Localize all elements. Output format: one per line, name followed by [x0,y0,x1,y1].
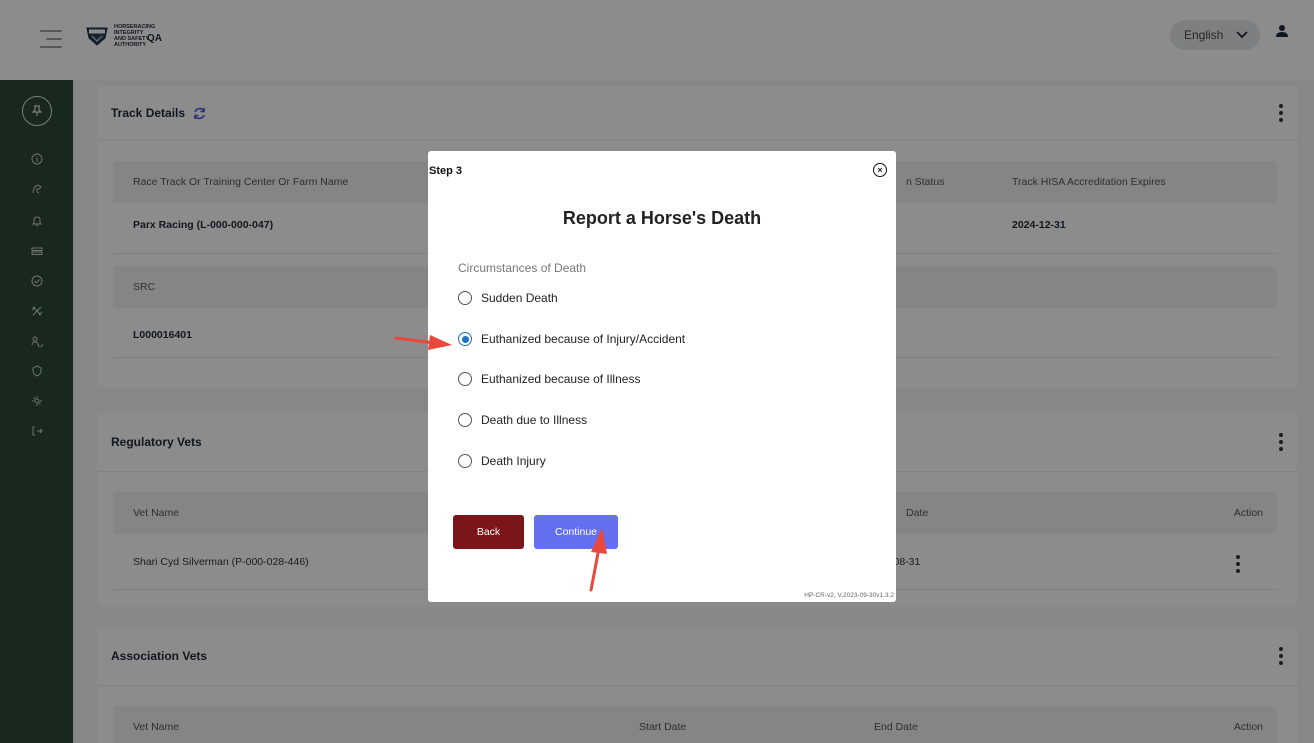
step-label: Step 3 [429,165,463,177]
radio-label: Death due to Illness [481,413,588,427]
back-button[interactable]: Back [453,515,524,549]
radio-button-selected[interactable] [458,332,472,346]
circumstances-label: Circumstances of Death [458,261,587,275]
report-death-modal: Step 3 × Report a Horse's Death Circumst… [428,151,896,602]
radio-label: Death Injury [481,454,546,468]
radio-button[interactable] [458,454,472,468]
annotation-arrow-icon [394,335,452,350]
radio-button[interactable] [458,372,472,386]
modal-title: Report a Horse's Death [562,208,762,228]
radio-label: Euthanized because of Illness [481,372,641,386]
radio-button[interactable] [458,413,472,427]
close-icon[interactable]: × [873,163,887,177]
radio-label: Sudden Death [481,291,558,305]
version-label: HP-CR-v2, V.2023-09-30v1.3.2 [804,592,894,599]
radio-euthanized-illness[interactable]: Euthanized because of Illness [458,372,640,386]
annotation-arrow-icon [589,528,607,592]
radio-death-illness[interactable]: Death due to Illness [458,413,587,427]
radio-euthanized-injury[interactable]: Euthanized because of Injury/Accident [458,332,685,346]
radio-button[interactable] [458,291,472,305]
radio-death-injury[interactable]: Death Injury [458,454,546,468]
radio-sudden-death[interactable]: Sudden Death [458,291,558,305]
radio-label: Euthanized because of Injury/Accident [481,332,686,346]
